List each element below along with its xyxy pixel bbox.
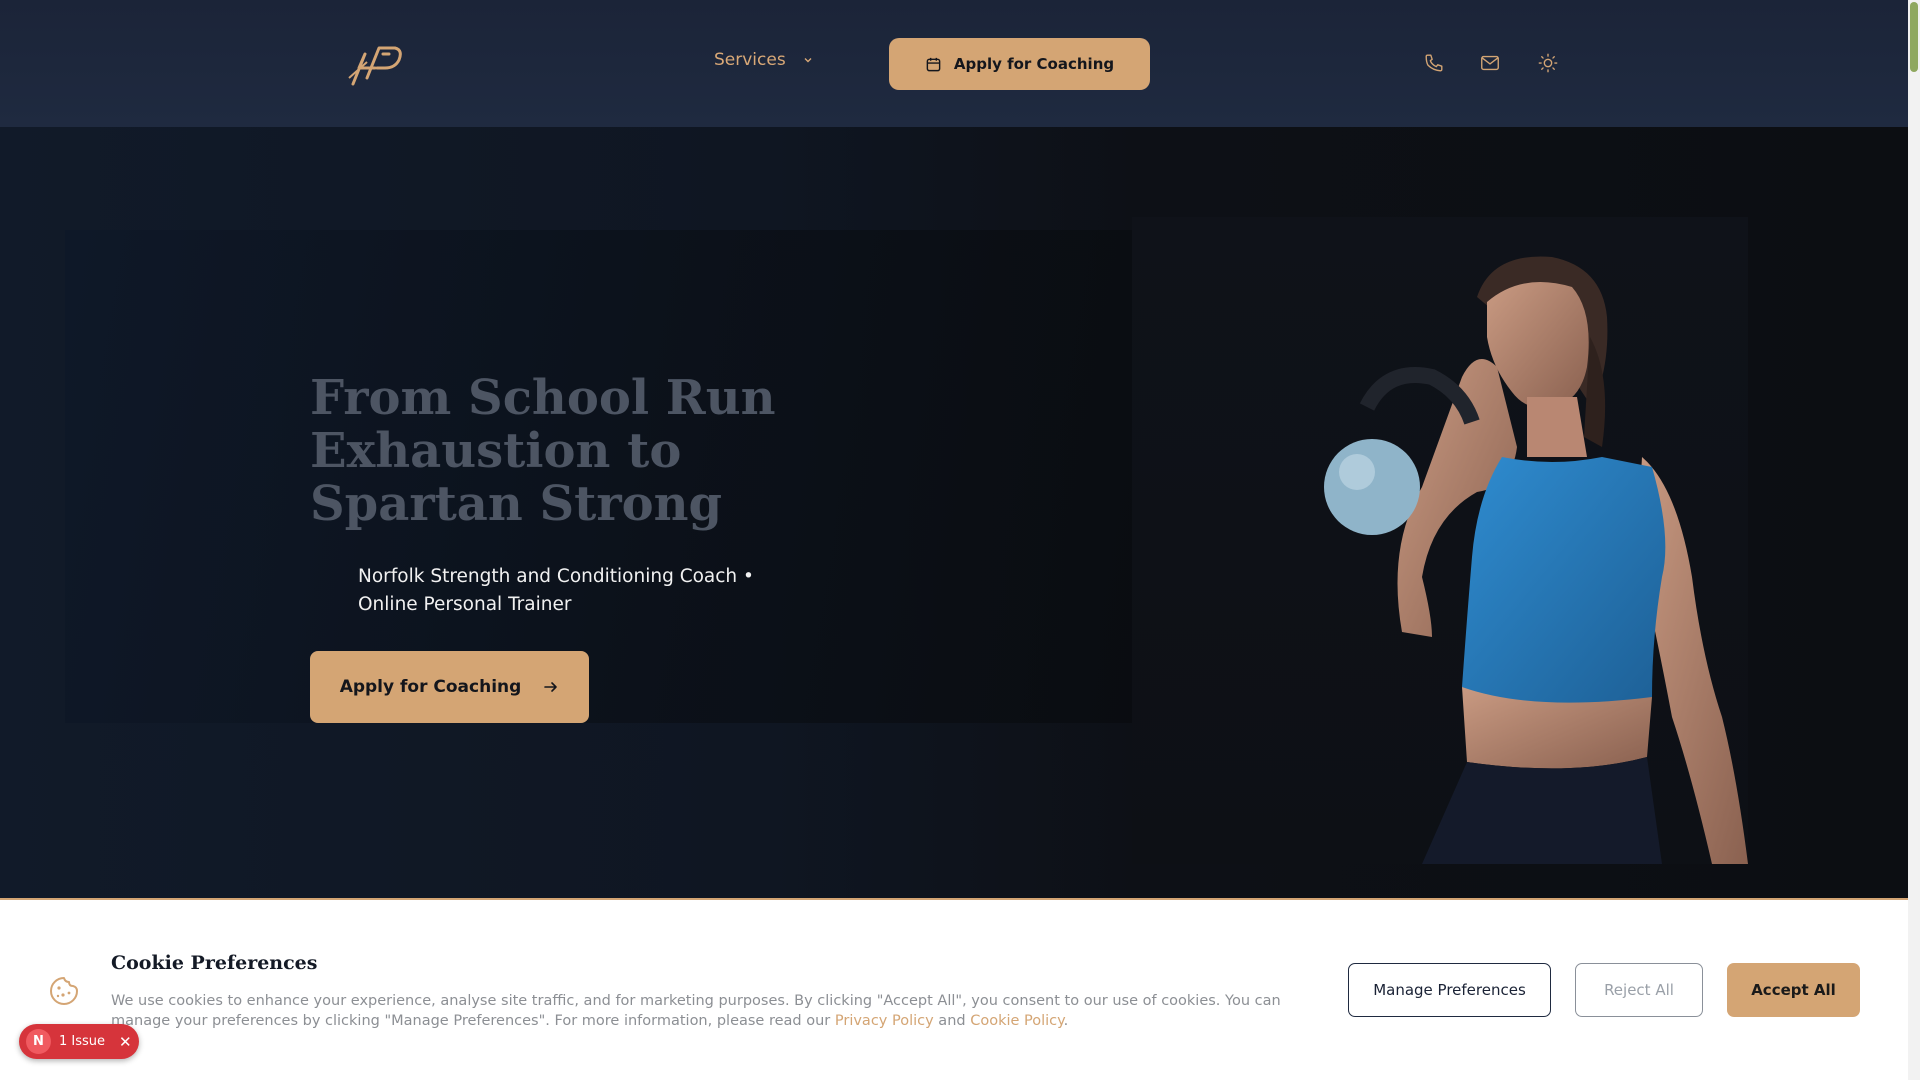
hero-title: From School Run Exhaustion to Spartan St… (310, 370, 776, 532)
apply-coaching-header-label: Apply for Coaching (953, 55, 1115, 73)
arrow-right-icon (544, 682, 558, 692)
apply-coaching-hero-label: Apply for Coaching (339, 677, 522, 697)
close-icon[interactable]: ✕ (119, 1033, 132, 1051)
cookie-description: We use cookies to enhance your experienc… (111, 991, 1281, 1031)
calendar-icon (926, 57, 941, 71)
nav-services-dropdown[interactable]: Services (714, 50, 814, 70)
mail-icon[interactable] (1479, 52, 1501, 74)
scrollbar-thumb[interactable] (1910, 2, 1918, 72)
issue-avatar: N (26, 1029, 51, 1054)
manage-preferences-button[interactable]: Manage Preferences (1348, 963, 1551, 1017)
sun-icon[interactable] (1537, 52, 1559, 74)
chevron-down-icon (804, 58, 812, 63)
scrollbar-track[interactable] (1908, 0, 1920, 1080)
cookie-title: Cookie Preferences (111, 952, 318, 974)
hero-subtitle: Norfolk Strength and Conditioning Coach … (358, 566, 754, 615)
logo-icon[interactable] (345, 38, 405, 88)
apply-coaching-header-button[interactable]: Apply for Coaching (889, 38, 1150, 90)
apply-coaching-hero-button[interactable]: Apply for Coaching (310, 651, 589, 723)
issues-badge[interactable]: N 1 Issue ✕ (19, 1024, 139, 1059)
accept-all-button[interactable]: Accept All (1727, 963, 1860, 1017)
privacy-policy-link[interactable]: Privacy Policy (835, 1013, 934, 1029)
cookie-policy-link[interactable]: Cookie Policy (970, 1013, 1063, 1029)
phone-icon[interactable] (1423, 52, 1445, 74)
cookie-icon (50, 977, 78, 1005)
nav-services-label: Services (714, 50, 786, 70)
issue-count-label: 1 Issue (59, 1034, 106, 1049)
cookie-end-text: . (1063, 1013, 1069, 1029)
cookie-text-body: We use cookies to enhance your experienc… (111, 993, 1281, 1029)
hero-photo (1132, 217, 1748, 864)
cookie-and-text: and (933, 1013, 971, 1029)
reject-all-button[interactable]: Reject All (1575, 963, 1703, 1017)
site-header: Services Apply for Coaching (0, 0, 1908, 127)
